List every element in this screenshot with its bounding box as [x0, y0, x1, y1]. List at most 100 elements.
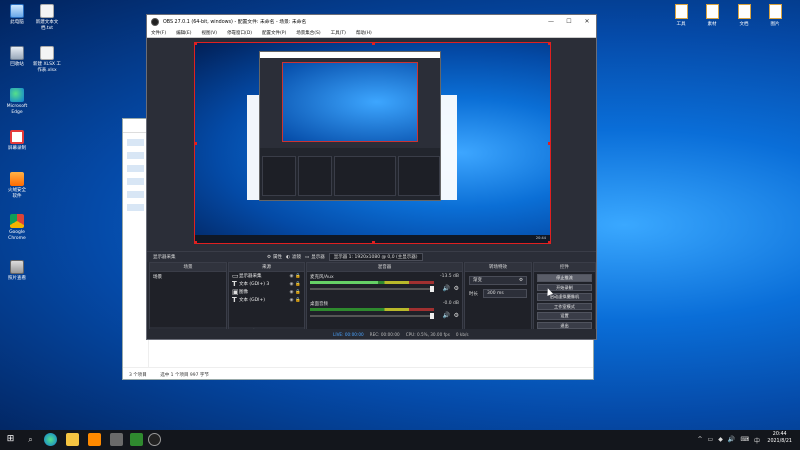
source-item[interactable]: ▣ 图像 ◉ 🔒 — [229, 288, 304, 296]
obs-taskbar-icon[interactable] — [148, 433, 161, 446]
eye-icon[interactable]: ◉ — [289, 290, 293, 295]
resize-handle[interactable] — [372, 241, 375, 243]
preview-area[interactable]: 20:44 — [147, 38, 596, 262]
folder-icon[interactable] — [66, 433, 79, 446]
source-item[interactable]: T 文本 (GDI+) ◉ 🔒 — [229, 296, 304, 304]
menu-file[interactable]: 文件(F) — [151, 30, 166, 36]
settings-button[interactable]: 设置 — [537, 312, 592, 320]
gear-icon[interactable]: ⚙ — [519, 277, 523, 285]
display-select[interactable]: 显示器 1: 1920x1080 @ 0,0 (主显示器) — [328, 253, 423, 261]
search-icon[interactable]: ⌕ — [24, 433, 37, 446]
scenes-header: 场景 — [150, 263, 226, 272]
desktop-icon-this-pc[interactable]: 此电脑 — [0, 4, 34, 26]
mixer-channel-desktop: 桌面音频 -0.0 dB 🔊 ⚙ — [307, 299, 462, 326]
lock-icon[interactable]: 🔒 — [295, 274, 301, 279]
studio-mode-button[interactable]: 工作室模式 — [537, 302, 592, 310]
transition-select[interactable]: 渐变 ⚙ — [469, 276, 527, 285]
scene-item[interactable]: 场景 — [150, 272, 226, 282]
exit-button[interactable]: 退出 — [537, 321, 592, 329]
desktop-icon-new-xlsx[interactable]: 新建 XLSX 工 作表.xlsx — [30, 46, 64, 73]
chrome-icon — [10, 214, 24, 228]
desktop-icon-materials[interactable]: 素材 — [701, 4, 723, 27]
menu-profile[interactable]: 配置文件(P) — [262, 30, 286, 36]
speaker-icon[interactable]: 🔊 — [443, 312, 450, 319]
menu-help[interactable]: 帮助(H) — [356, 30, 372, 36]
text-icon: T — [232, 280, 237, 288]
shield-icon[interactable]: ◆ — [718, 436, 723, 445]
eye-icon[interactable]: ◉ — [289, 282, 293, 287]
desktop-icon-images[interactable]: 图片 — [764, 4, 786, 27]
volume-slider[interactable] — [310, 286, 434, 292]
app-icon[interactable] — [110, 433, 123, 446]
desktop-icon-chrome[interactable]: Google Chrome — [0, 214, 34, 241]
selected-source-label: 显示器采集 — [153, 255, 176, 260]
volume-slider[interactable] — [310, 313, 434, 319]
duration-input[interactable]: 300 ms — [483, 289, 527, 298]
stop-streaming-button[interactable]: 停止推流 — [537, 274, 592, 282]
minimize-icon[interactable]: — — [542, 15, 560, 28]
desktop-icon-edge[interactable]: Microsoft Edge — [0, 88, 34, 115]
gear-icon[interactable]: ⚙ — [454, 285, 459, 292]
taskbar: ⊞ ⌕ ^ ▭ ◆ 🔊 ⌨ 中 20:44 2021/8/21 — [0, 430, 800, 450]
eye-icon[interactable]: ◉ — [289, 274, 293, 279]
menu-tools[interactable]: 工具(T) — [331, 30, 346, 36]
resize-handle[interactable] — [195, 142, 197, 145]
volume-icon[interactable]: 🔊 — [728, 436, 735, 445]
desktop-icon-photo[interactable]: 照片查看 — [0, 260, 34, 282]
lock-icon[interactable]: 🔒 — [295, 298, 301, 303]
start-virtual-camera-button[interactable]: 启动虚拟摄像机 — [537, 293, 592, 301]
obs-window[interactable]: OBS 27.0.1 (64-bit, windows) - 配置文件: 未命名… — [146, 14, 597, 340]
eye-icon[interactable]: ◉ — [289, 298, 293, 303]
resize-handle[interactable] — [548, 142, 550, 145]
edge-icon — [10, 88, 24, 102]
nvidia-icon[interactable] — [130, 433, 143, 446]
transitions-dock: 转场特效 渐变 ⚙ 时长 300 ms — [464, 262, 532, 338]
desktop-icon-tools[interactable]: 工具 — [670, 4, 692, 27]
desktop-icon-recycle-bin[interactable]: 回收站 — [0, 46, 34, 68]
sources-dock: 来源 ▭ 显示器采集 ◉ 🔒 T 文本 (GDI+) 3 ◉ 🔒 ▣ 图像 ◉ 🔒 T 文本 (GD… — [228, 262, 305, 338]
taskbar-clock[interactable]: 20:44 2021/8/21 — [767, 432, 792, 445]
monitor-icon: ▭ — [232, 272, 239, 280]
text-file-icon — [40, 4, 54, 18]
filters-button[interactable]: ◐ 滤镜 — [286, 254, 301, 261]
folder-icon — [768, 4, 782, 19]
keyboard-icon[interactable]: ⌨ — [740, 436, 749, 445]
chevron-up-icon[interactable]: ^ — [698, 436, 703, 445]
resize-handle[interactable] — [372, 43, 375, 45]
obs-titlebar[interactable]: OBS 27.0.1 (64-bit, windows) - 配置文件: 未命名… — [147, 15, 596, 28]
volume-meter — [310, 281, 434, 284]
menu-docks[interactable]: 停靠窗口(D) — [227, 30, 252, 36]
gear-icon[interactable]: ⚙ — [454, 312, 459, 319]
app-icon[interactable] — [88, 433, 101, 446]
resize-handle[interactable] — [548, 241, 550, 243]
network-icon[interactable]: ▭ — [708, 436, 714, 445]
controls-dock: 控件 停止推流 开始录制 启动虚拟摄像机 工作室模式 设置 退出 — [533, 262, 596, 338]
desktop-icon-new-text-doc[interactable]: 新建文本文 档.txt — [30, 4, 64, 31]
close-icon[interactable]: ✕ — [578, 15, 596, 28]
edge-icon[interactable] — [44, 433, 57, 446]
recycle-bin-icon — [10, 46, 24, 60]
preview-canvas[interactable]: 20:44 — [194, 42, 551, 244]
desktop-icon-orange-app[interactable]: 火绒安全 软件 — [0, 172, 34, 199]
menu-view[interactable]: 视图(V) — [201, 30, 217, 36]
lock-icon[interactable]: 🔒 — [295, 290, 301, 295]
scenes-dock: 场景 场景 +−⌃⌄ — [149, 262, 227, 338]
desktop-icon-docs[interactable]: 文档 — [733, 4, 755, 27]
desktop-icon-red-app[interactable]: 屏幕录制 — [0, 130, 34, 152]
source-item[interactable]: T 文本 (GDI+) 3 ◉ 🔒 — [229, 280, 304, 288]
speaker-icon[interactable]: 🔊 — [443, 285, 450, 292]
resize-handle[interactable] — [548, 43, 550, 45]
menu-scene-collection[interactable]: 场景集合(S) — [296, 30, 320, 36]
lock-icon[interactable]: 🔒 — [295, 282, 301, 287]
maximize-icon[interactable]: ☐ — [560, 15, 578, 28]
menu-edit[interactable]: 编辑(E) — [176, 30, 191, 36]
resize-handle[interactable] — [195, 241, 197, 243]
bitrate-indicator: 0 kb/s — [455, 331, 469, 337]
properties-button[interactable]: ⚙ 属性 — [267, 254, 282, 261]
windows-start-icon[interactable]: ⊞ — [4, 433, 17, 446]
resize-handle[interactable] — [195, 43, 197, 45]
source-item[interactable]: ▭ 显示器采集 ◉ 🔒 — [229, 272, 304, 280]
language-icon[interactable]: 中 — [754, 436, 760, 445]
channel-name: 桌面音频 — [310, 302, 328, 307]
explorer-statusbar: 3 个项目 选中 1 个项目 997 字节 — [123, 367, 593, 379]
